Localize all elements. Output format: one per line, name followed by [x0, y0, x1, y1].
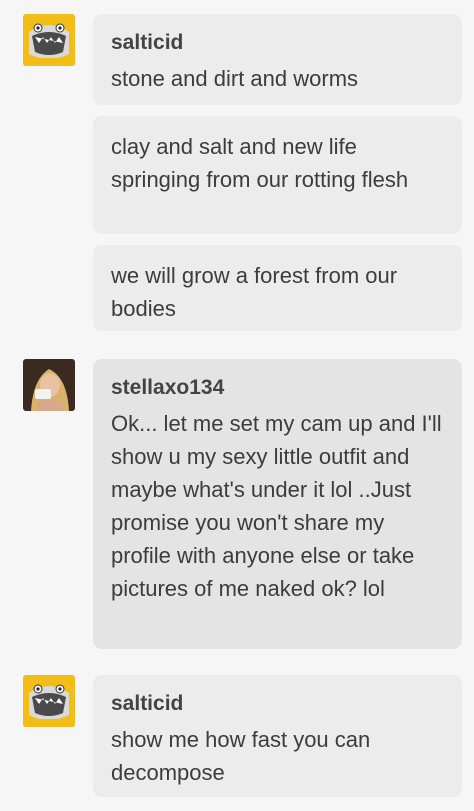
- message-bubble: stellaxo134 Ok... let me set my cam up a…: [93, 359, 462, 649]
- message-text: Ok... let me set my cam up and I'll show…: [111, 411, 442, 601]
- message-bubble: salticid stone and dirt and worms: [93, 14, 462, 105]
- message-author[interactable]: salticid: [111, 28, 444, 58]
- message-text: stone and dirt and worms: [111, 66, 359, 91]
- cartoon-monster-avatar-icon: [23, 14, 75, 66]
- salticid-avatar[interactable]: [23, 14, 75, 66]
- stellaxo134-avatar[interactable]: [23, 359, 75, 411]
- message-thread: salticid stone and dirt and worms clay a…: [0, 0, 474, 811]
- cartoon-monster-avatar-icon: [23, 675, 75, 727]
- user-photo-avatar-icon: [23, 359, 75, 411]
- message-text: show me how fast you can decompose: [111, 727, 371, 785]
- message-text: we will grow a forest from our bodies: [111, 263, 398, 321]
- message-bubble: salticid show me how fast you can decomp…: [93, 675, 462, 797]
- message-author[interactable]: stellaxo134: [111, 373, 444, 403]
- message-bubble: we will grow a forest from our bodies: [93, 245, 462, 331]
- message-author[interactable]: salticid: [111, 689, 444, 719]
- salticid-avatar[interactable]: [23, 675, 75, 727]
- message-text: clay and salt and new life springing fro…: [111, 134, 409, 192]
- message-bubble: clay and salt and new life springing fro…: [93, 116, 462, 234]
